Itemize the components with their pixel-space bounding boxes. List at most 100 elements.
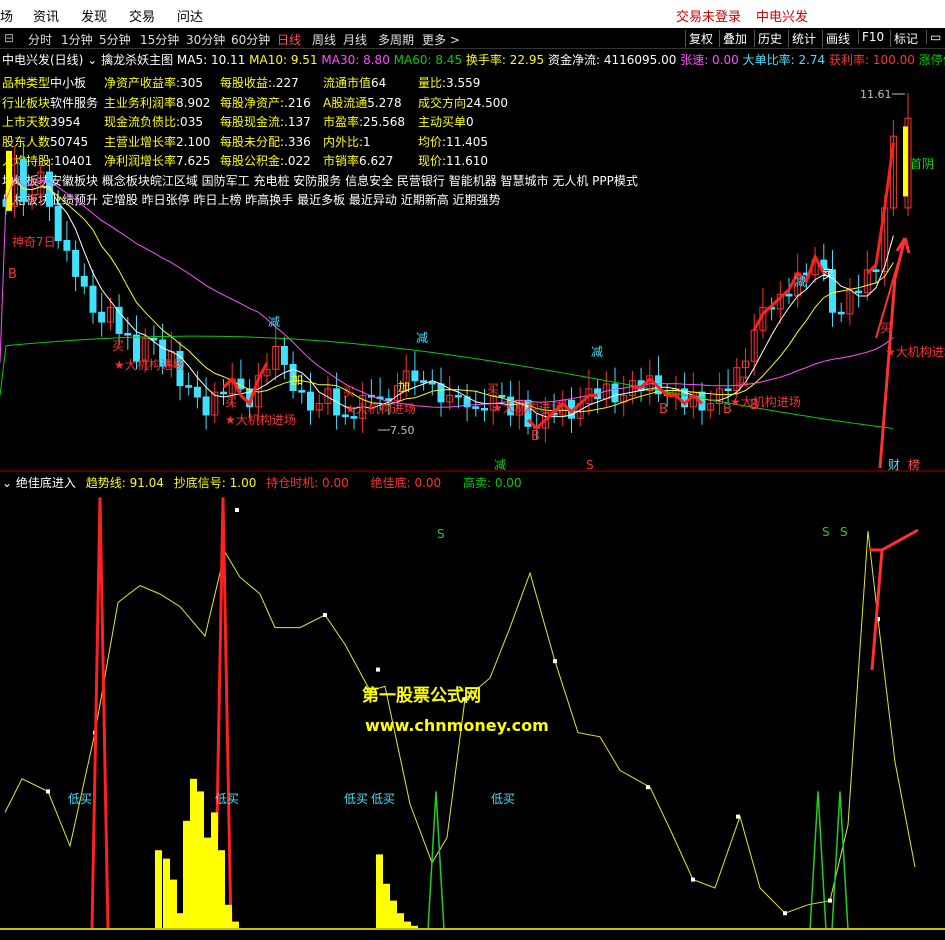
limit-up-marker: [903, 126, 908, 197]
tab-timeshare[interactable]: 分时: [28, 31, 52, 48]
tab-60min[interactable]: 60分钟: [231, 31, 270, 48]
menu-item-ask[interactable]: 问达: [177, 6, 203, 25]
low-price-label: 7.50: [390, 424, 415, 437]
ma30-line: [0, 176, 894, 408]
histogram-bar: [177, 913, 184, 930]
candle-body: [280, 345, 288, 365]
histogram-bar: [390, 900, 397, 930]
candle-body: [80, 275, 88, 287]
menu-item-trade[interactable]: 交易: [129, 6, 155, 25]
magic-7day-label: 神奇7日: [12, 235, 56, 249]
s-label: S: [822, 525, 830, 539]
candle-body: [837, 311, 845, 315]
trend-point-marker: [235, 508, 239, 512]
mark-button[interactable]: 标记: [890, 30, 921, 47]
tab-more[interactable]: 更多 >: [422, 31, 460, 48]
overlay-button[interactable]: 叠加: [719, 30, 750, 47]
sub-indicator-name[interactable]: 绝佳底进入: [16, 476, 76, 490]
institution-entry-label: ★大机构进场: [730, 394, 801, 409]
candle-body: [872, 269, 880, 273]
bottom-signal-spike: [90, 497, 110, 931]
candle-body: [611, 383, 619, 403]
candle-body: [193, 386, 201, 398]
candle-body: [89, 285, 97, 313]
reduce-bottom-label: 减: [494, 458, 506, 472]
s-label: S: [437, 527, 445, 541]
list-label: 榜: [908, 457, 920, 472]
reduce-label: 减: [268, 315, 280, 329]
menu-item-discover[interactable]: 发现: [81, 6, 107, 25]
history-button[interactable]: 历史: [754, 30, 785, 47]
buy-label: 买: [487, 382, 499, 396]
early-marker: [6, 150, 12, 211]
b-signal-label: B: [659, 402, 668, 417]
histogram-bar: [218, 850, 225, 930]
trend-point-marker: [828, 898, 832, 903]
candle-body: [220, 391, 227, 395]
low-buy-label: 低买: [68, 792, 92, 806]
bottom-signal-value: 抄底信号: 1.00: [173, 476, 257, 490]
tab-30min[interactable]: 30分钟: [186, 31, 225, 48]
tab-1min[interactable]: 1分钟: [61, 31, 93, 48]
up-arrow-icon: [870, 528, 919, 671]
trend-point-marker: [323, 613, 327, 617]
candle-body: [98, 311, 106, 323]
tab-multi-period[interactable]: 多周期: [378, 31, 414, 48]
tab-daily[interactable]: 日线: [277, 31, 301, 48]
draw-line-button[interactable]: 画线: [822, 30, 853, 47]
tab-monthly[interactable]: 月线: [343, 31, 367, 48]
tab-5min[interactable]: 5分钟: [99, 31, 131, 48]
high-price-label: 11.61: [860, 88, 892, 101]
sub-chart-title-bar: ⌄ 绝佳底进入 趋势线: 91.04 抄底信号: 1.00 持仓时机: 0.00…: [2, 474, 522, 491]
sub-indicator-chart: 低买 低买 低买 低买 低买S S S: [0, 497, 945, 931]
b-signal-label: B: [8, 267, 17, 282]
b-signal-label: B: [531, 429, 540, 444]
candle-body: [124, 332, 132, 336]
candle-body: [350, 416, 358, 419]
trend-point-marker: [783, 911, 787, 916]
histogram-bar: [190, 778, 197, 930]
candle-body: [472, 406, 480, 409]
menu-item-home[interactable]: 场: [0, 6, 13, 25]
buy-label: 买: [112, 339, 124, 353]
histogram-bar: [183, 820, 190, 930]
trend-point-marker: [376, 667, 380, 672]
candle-body: [420, 380, 428, 383]
fq-button[interactable]: 复权: [685, 30, 716, 47]
menu-item-news[interactable]: 资讯: [33, 6, 59, 25]
candle-body: [481, 407, 488, 411]
candle-body: [498, 394, 506, 398]
institution-entry-label: ★大机构进场: [492, 400, 563, 415]
main-price-chart: 11.617.50首阴神奇7日B买买买买买买★大机构进场★大机构进场★大机构进场…: [0, 88, 945, 472]
trend-point-marker: [691, 877, 695, 882]
trend-point-marker: [646, 785, 650, 790]
login-status-link[interactable]: 交易未登录: [676, 6, 741, 25]
candle-body: [19, 158, 27, 202]
histogram-bar: [376, 854, 383, 930]
candle-body: [437, 383, 445, 403]
collapse-icon[interactable]: ▭: [926, 30, 944, 44]
candle-body: [855, 290, 863, 294]
finance-label: 财: [888, 458, 900, 472]
candle-body: [454, 394, 462, 398]
tab-weekly[interactable]: 周线: [312, 31, 336, 48]
candle-body: [185, 385, 193, 388]
candle-body: [72, 249, 80, 277]
trend-line-value: 趋势线: 91.04: [85, 476, 164, 490]
stats-button[interactable]: 统计: [788, 30, 819, 47]
trend-point-marker: [736, 814, 740, 819]
tab-15min[interactable]: 15分钟: [140, 31, 179, 48]
candle-body: [307, 391, 314, 411]
high-sell-spike: [427, 791, 445, 931]
chevron-down-icon[interactable]: ⌄: [2, 476, 12, 490]
buy-label: 买: [737, 375, 749, 389]
candle-body: [202, 396, 210, 416]
expand-icon[interactable]: ⊟: [4, 31, 14, 45]
f10-button[interactable]: F10: [858, 30, 887, 44]
stock-name-link[interactable]: 中电兴发: [756, 6, 808, 25]
buy-label: 买: [880, 321, 892, 335]
histogram-bar: [204, 837, 211, 930]
histogram-bar: [397, 913, 404, 930]
candle-body: [298, 390, 306, 393]
candle-body: [785, 293, 793, 297]
